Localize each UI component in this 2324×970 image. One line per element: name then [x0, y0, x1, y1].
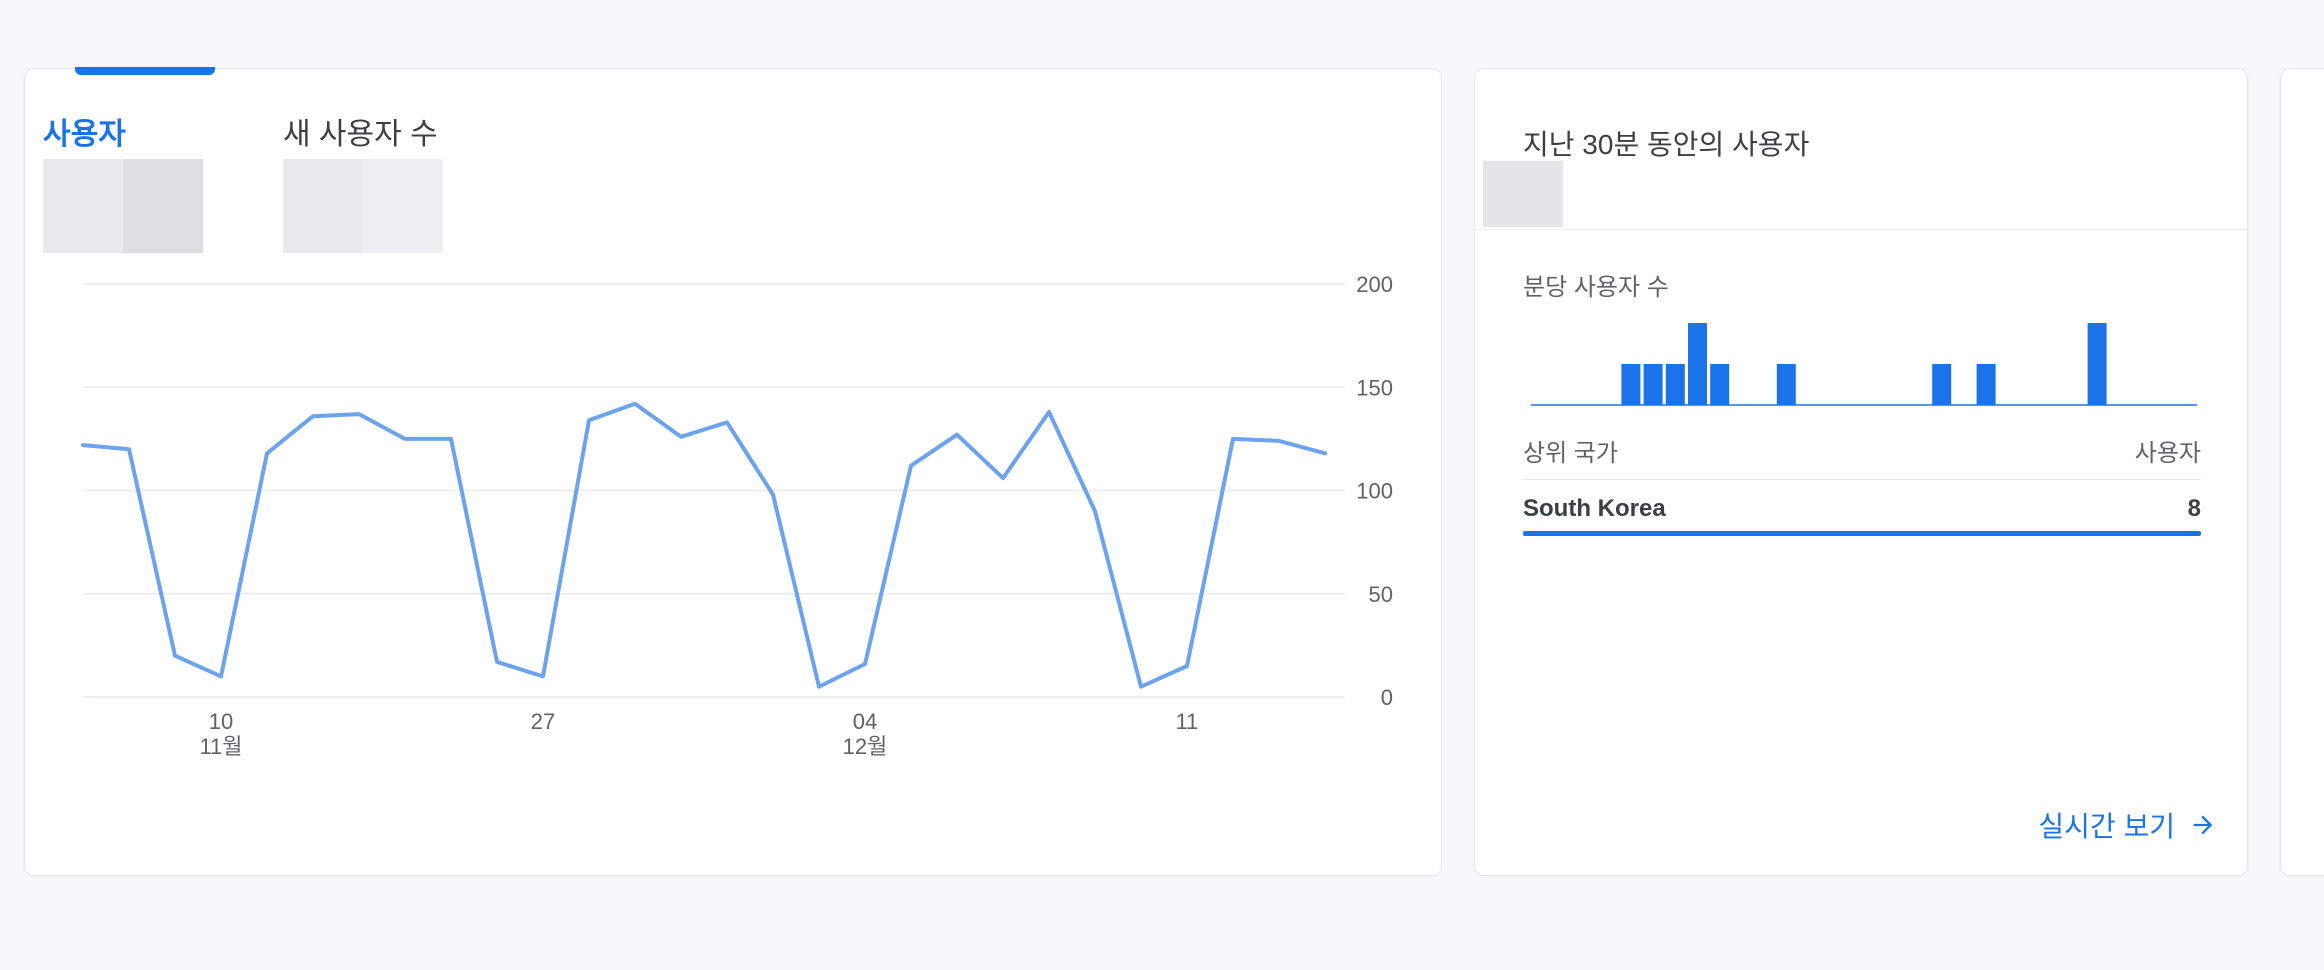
analytics-overview: 사용자 새 사용자 수 0 50 100 150 200 10 11월 27 04 12월 11 … — [0, 0, 2324, 970]
per-minute-bar-chart — [1531, 323, 2197, 406]
x-tick-label: 04 — [853, 709, 877, 734]
y-tick-label: 100 — [1356, 479, 1393, 504]
x-tick-label: 11 — [1176, 709, 1199, 734]
column-header-users: 사용자 — [2134, 440, 2201, 467]
users-overview-card: 사용자 새 사용자 수 0 50 100 150 200 10 11월 27 04 12월 11 — [24, 67, 1442, 876]
x-tick-label: 10 — [209, 709, 233, 734]
table-row[interactable]: South Korea 8 — [1523, 495, 2201, 535]
x-tick-month-label: 12월 — [843, 734, 888, 759]
y-tick-label: 200 — [1356, 272, 1393, 297]
view-realtime-link[interactable]: 실시간 보기 — [2038, 805, 2217, 845]
next-card-partial — [2280, 68, 2324, 876]
column-header-country: 상위 국가 — [1523, 440, 1618, 467]
minute-bar[interactable] — [1643, 364, 1663, 405]
country-name: South Korea — [1523, 495, 1666, 522]
minute-bar[interactable] — [1776, 364, 1796, 405]
y-tick-label: 0 — [1381, 685, 1393, 710]
y-tick-label: 50 — [1369, 582, 1393, 607]
users-series-line — [81, 401, 1327, 689]
y-tick-label: 150 — [1356, 375, 1393, 400]
row-share-bar — [1523, 531, 2201, 536]
realtime-card: 지난 30분 동안의 사용자 분당 사용자 수 상위 국가 사용자 South … — [1474, 68, 2248, 876]
arrow-right-icon — [2189, 811, 2217, 839]
users-line-chart: 0 50 100 150 200 1011월 27 0412월 11 — [81, 272, 1393, 759]
minute-bar[interactable] — [1932, 364, 1952, 405]
x-tick-month-label: 11월 — [199, 734, 242, 759]
minute-bar[interactable] — [1621, 364, 1641, 405]
minute-bar[interactable] — [1710, 364, 1730, 405]
user-count: 8 — [2187, 495, 2201, 522]
minute-bar[interactable] — [1688, 323, 1707, 405]
minute-bar[interactable] — [1976, 364, 1996, 405]
minute-bar[interactable] — [2087, 323, 2107, 405]
minute-bar[interactable] — [1665, 364, 1685, 405]
divider — [1523, 479, 2201, 480]
x-tick-label: 27 — [531, 709, 555, 734]
view-realtime-label: 실시간 보기 — [2038, 811, 2175, 842]
